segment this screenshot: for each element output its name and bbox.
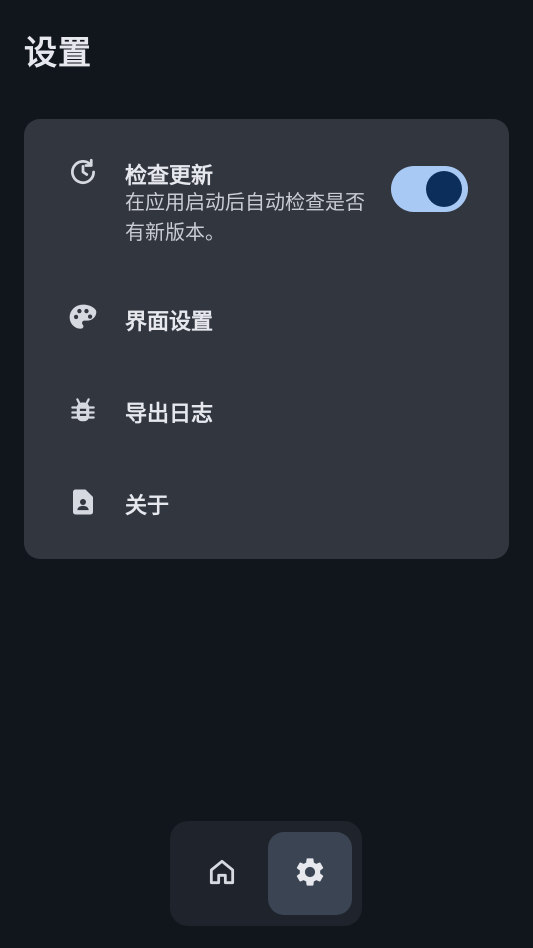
settings-item-export-logs[interactable]: 导出日志 <box>24 363 509 455</box>
settings-item-description: 在应用启动后自动检查是否有新版本。 <box>125 190 365 244</box>
contact-page-icon <box>66 485 100 519</box>
history-icon <box>66 155 100 189</box>
bug-icon <box>66 393 100 427</box>
settings-card: 检查更新 在应用启动后自动检查是否有新版本。 界面设置 导出日志 关于 <box>24 119 509 559</box>
settings-item-label: 界面设置 <box>125 310 214 335</box>
toggle-thumb <box>426 171 462 207</box>
settings-item-check-updates[interactable]: 检查更新 在应用启动后自动检查是否有新版本。 <box>24 119 509 259</box>
settings-item-about[interactable]: 关于 <box>24 455 509 547</box>
home-icon <box>206 856 238 892</box>
bottom-navigation <box>170 821 362 926</box>
settings-item-label: 检查更新 <box>125 164 214 189</box>
check-updates-toggle[interactable] <box>391 166 468 212</box>
settings-item-label: 关于 <box>125 494 170 519</box>
palette-icon <box>66 301 100 335</box>
gear-icon <box>293 855 327 893</box>
nav-item-home[interactable] <box>180 832 264 915</box>
nav-item-settings[interactable] <box>268 832 352 915</box>
settings-item-label: 导出日志 <box>125 402 214 427</box>
settings-item-ui-settings[interactable]: 界面设置 <box>24 271 509 363</box>
page-title: 设置 <box>24 33 92 72</box>
